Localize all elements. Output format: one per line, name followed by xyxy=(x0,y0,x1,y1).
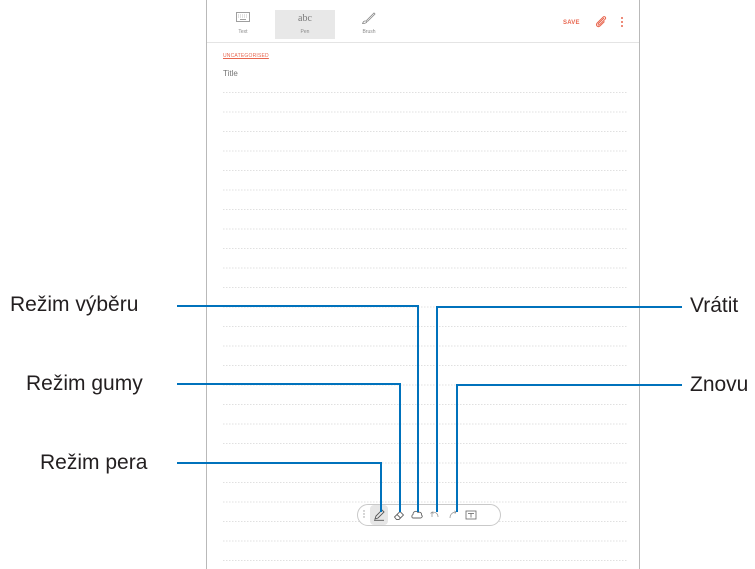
callout-pen-mode: Režim pera xyxy=(40,451,148,474)
callout-eraser-mode: Režim gumy xyxy=(26,372,143,395)
leader-undo xyxy=(436,306,682,512)
callout-redo: Znovu xyxy=(690,373,749,396)
callout-leaders xyxy=(177,305,682,512)
callout-undo: Vrátit xyxy=(690,294,739,317)
leader-eraser xyxy=(177,383,401,512)
leader-redo xyxy=(456,384,682,512)
leader-pen xyxy=(177,462,382,512)
callout-selection-mode: Režim výběru xyxy=(10,293,139,316)
